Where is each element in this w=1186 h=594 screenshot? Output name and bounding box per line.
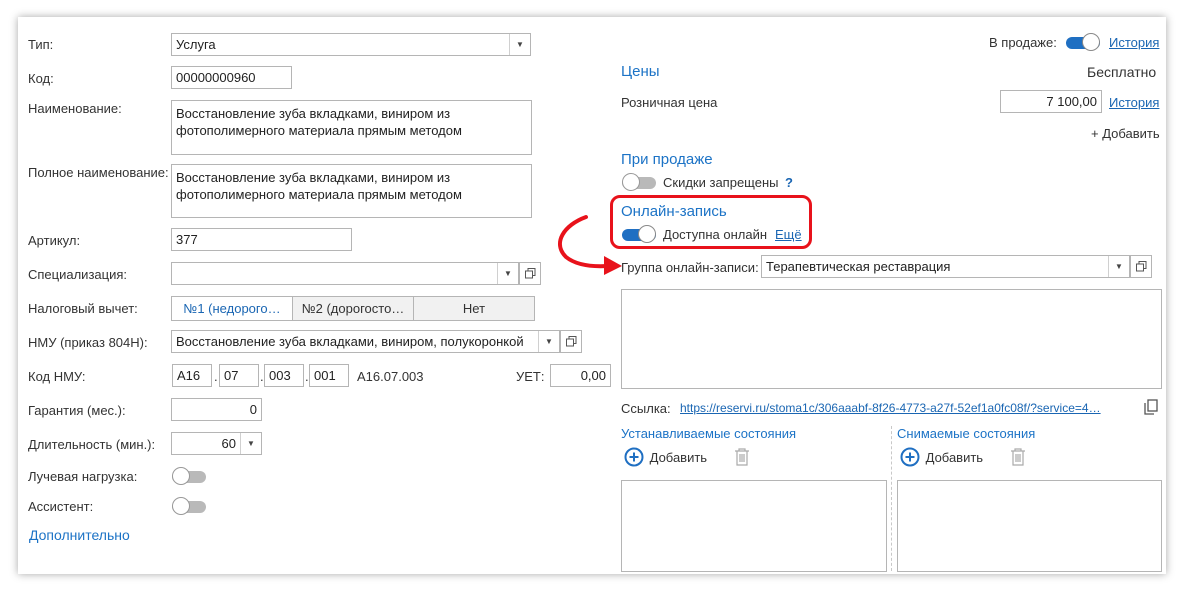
add-removed-state-button[interactable]: Добавить [900, 447, 983, 467]
nmu-code-label: Код НМУ: [28, 369, 86, 384]
type-select[interactable]: Услуга ▼ [171, 33, 531, 56]
add-set-state-button[interactable]: Добавить [624, 447, 707, 467]
discounts-label: Скидки запрещены [663, 175, 779, 190]
type-label: Тип: [28, 37, 54, 52]
nmu-value: Восстановление зуба вкладками, виниром, … [176, 334, 524, 349]
discounts-toggle[interactable] [622, 173, 656, 191]
nmu-code-part-3[interactable]: 003 [264, 364, 304, 387]
retail-label: Розничная цена [621, 95, 718, 110]
code-label: Код: [28, 71, 54, 86]
form-window: Тип: Услуга ▼ Код: 00000000960 Наименова… [18, 17, 1166, 574]
chevron-down-icon[interactable]: ▼ [538, 331, 559, 352]
spec-label: Специализация: [28, 267, 127, 282]
nmu-code-part-1[interactable]: A16 [172, 364, 212, 387]
prices-header: Цены [621, 63, 660, 80]
copy-icon[interactable] [1144, 399, 1158, 415]
column-divider [891, 426, 892, 571]
trash-icon[interactable] [1010, 448, 1026, 466]
set-states-list[interactable] [621, 480, 887, 572]
reservation-link[interactable]: https://reservi.ru/stoma1c/306aaabf-8f26… [680, 401, 1101, 415]
uet-field[interactable]: 0,00 [550, 364, 611, 387]
warranty-label: Гарантия (мес.): [28, 403, 126, 418]
nmu-code-part-2[interactable]: 07 [219, 364, 259, 387]
more-link[interactable]: Дополнительно [29, 527, 130, 543]
duration-value: 60 [221, 436, 236, 451]
open-icon[interactable] [1130, 255, 1152, 278]
plus-circle-icon [900, 447, 920, 467]
on-sale-header: При продаже [621, 151, 713, 168]
assistant-toggle[interactable] [172, 497, 206, 515]
warranty-field[interactable]: 0 [171, 398, 262, 421]
radiation-label: Лучевая нагрузка: [28, 469, 138, 484]
fullname-label: Полное наименование: [28, 165, 169, 180]
arrow-icon [558, 215, 622, 275]
trash-icon[interactable] [734, 448, 750, 466]
online-available-label: Доступна онлайн [663, 227, 768, 242]
group-select[interactable]: Терапевтическая реставрация ▼ [761, 255, 1130, 278]
plus-circle-icon [624, 447, 644, 467]
removed-states-list[interactable] [897, 480, 1162, 572]
tax-option-2[interactable]: №2 (дорогосто… [292, 296, 414, 321]
add-label: Добавить [925, 449, 984, 465]
retail-history-link[interactable]: История [1109, 95, 1159, 110]
duration-field[interactable]: 60 ▼ [171, 432, 262, 455]
description-area[interactable] [621, 289, 1162, 389]
open-icon[interactable] [560, 330, 582, 353]
group-label: Группа онлайн-записи: [621, 260, 759, 275]
assistant-label: Ассистент: [28, 499, 94, 514]
nmu-select[interactable]: Восстановление зуба вкладками, виниром, … [171, 330, 560, 353]
removed-states-header: Снимаемые состояния [897, 426, 1036, 441]
on-sale-label: В продаже: [989, 35, 1057, 50]
name-label: Наименование: [28, 101, 122, 116]
fullname-field[interactable]: Восстановление зуба вкладками, виниром и… [171, 164, 532, 218]
nmu-code-part-4[interactable]: 001 [309, 364, 349, 387]
more-options-link[interactable]: Ещё [775, 227, 802, 242]
history-link[interactable]: История [1109, 35, 1159, 50]
radiation-toggle[interactable] [172, 467, 206, 485]
online-available-toggle[interactable] [622, 225, 656, 243]
type-value: Услуга [176, 37, 216, 52]
duration-label: Длительность (мин.): [28, 437, 156, 452]
nmu-code-full: A16.07.003 [357, 369, 424, 384]
uet-label: УЕТ: [516, 369, 545, 384]
dot-separator: . [214, 369, 218, 384]
spec-select[interactable]: ▼ [171, 262, 519, 285]
article-label: Артикул: [28, 233, 81, 248]
online-header: Онлайн-запись [621, 203, 727, 220]
chevron-down-icon[interactable]: ▼ [497, 263, 518, 284]
open-icon[interactable] [519, 262, 541, 285]
group-value: Терапевтическая реставрация [766, 259, 951, 274]
chevron-down-icon[interactable]: ▼ [240, 433, 261, 454]
set-states-header: Устанавливаемые состояния [621, 426, 797, 441]
on-sale-toggle[interactable] [1066, 33, 1100, 51]
add-label: Добавить [649, 449, 708, 465]
chevron-down-icon[interactable]: ▼ [509, 34, 530, 55]
tax-option-1[interactable]: №1 (недорого… [171, 296, 293, 321]
link-label: Ссылка: [621, 401, 671, 416]
article-field[interactable]: 377 [171, 228, 352, 251]
tax-label: Налоговый вычет: [28, 301, 138, 316]
chevron-down-icon[interactable]: ▼ [1108, 256, 1129, 277]
nmu-label: НМУ (приказ 804Н): [28, 335, 148, 350]
retail-price-field[interactable]: 7 100,00 [1000, 90, 1102, 113]
add-price-button[interactable]: + Добавить [1091, 126, 1160, 141]
free-label: Бесплатно [1087, 64, 1157, 80]
name-field[interactable]: Восстановление зуба вкладками, виниром и… [171, 100, 532, 155]
code-field[interactable]: 00000000960 [171, 66, 292, 89]
help-icon[interactable]: ? [785, 175, 793, 190]
tax-option-3[interactable]: Нет [413, 296, 535, 321]
